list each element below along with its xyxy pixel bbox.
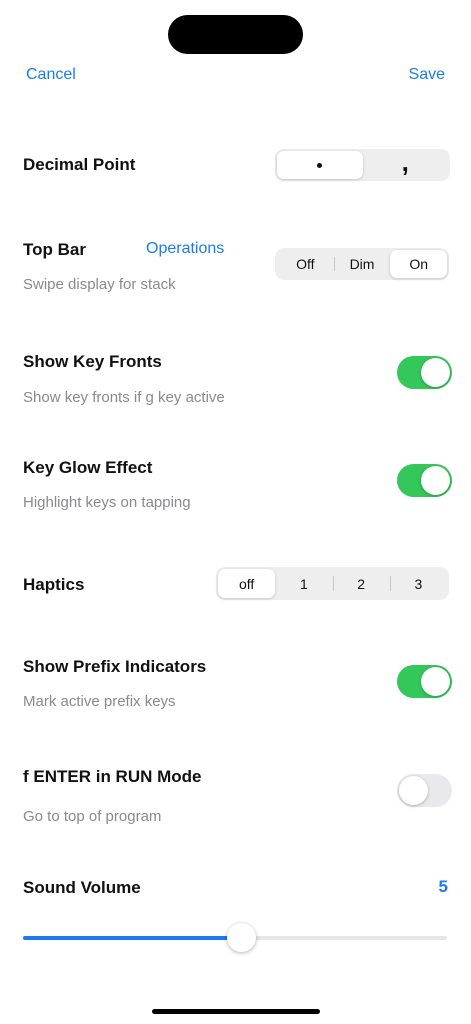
sound-volume-value: 5	[438, 877, 448, 896]
top-bar-option-dim[interactable]: Dim	[333, 250, 391, 278]
decimal-option-dot[interactable]	[277, 151, 363, 179]
top-bar-option-on[interactable]: On	[390, 250, 448, 278]
key-glow-subtitle: Highlight keys on tapping	[23, 494, 191, 511]
top-bar-segmented-control[interactable]: Off Dim On	[275, 248, 449, 280]
prefix-indicators-toggle[interactable]	[397, 665, 452, 698]
cancel-button[interactable]: Cancel	[26, 66, 76, 84]
decimal-option-comma[interactable]: ,	[363, 147, 449, 179]
show-key-fronts-toggle[interactable]	[397, 356, 452, 389]
prefix-indicators-subtitle: Mark active prefix keys	[23, 693, 176, 710]
comma-glyph: ,	[401, 147, 409, 177]
haptics-option-off[interactable]: off	[218, 569, 276, 598]
decimal-point-segmented-control[interactable]: ,	[275, 149, 450, 181]
toggle-knob	[421, 358, 450, 387]
toggle-knob	[421, 667, 450, 696]
sound-volume-title: Sound Volume	[23, 878, 141, 897]
f-enter-toggle[interactable]	[397, 774, 452, 807]
f-enter-subtitle: Go to top of program	[23, 808, 162, 825]
top-bar-subtitle: Swipe display for stack	[23, 276, 176, 293]
top-bar-title: Top Bar	[23, 240, 86, 259]
haptics-option-3[interactable]: 3	[389, 569, 447, 598]
volume-slider-thumb[interactable]	[226, 923, 256, 952]
dynamic-island	[168, 15, 303, 54]
f-enter-title: f ENTER in RUN Mode	[23, 767, 202, 786]
operations-link[interactable]: Operations	[146, 240, 224, 258]
decimal-point-title: Decimal Point	[23, 155, 136, 174]
haptics-option-1[interactable]: 1	[275, 569, 332, 598]
top-bar-option-off[interactable]: Off	[277, 250, 334, 278]
haptics-segmented-control[interactable]: off 1 2 3	[216, 567, 449, 600]
key-glow-title: Key Glow Effect	[23, 458, 153, 477]
show-key-fronts-title: Show Key Fronts	[23, 352, 162, 371]
toggle-knob	[421, 466, 450, 495]
home-indicator	[152, 1009, 320, 1014]
dot-glyph	[317, 162, 323, 168]
show-key-fronts-subtitle: Show key fronts if g key active	[23, 389, 225, 406]
key-glow-toggle[interactable]	[397, 464, 452, 497]
haptics-title: Haptics	[23, 575, 85, 594]
toggle-knob	[399, 776, 428, 805]
prefix-indicators-title: Show Prefix Indicators	[23, 657, 207, 676]
volume-slider-fill	[23, 936, 235, 940]
save-button[interactable]: Save	[409, 66, 445, 84]
haptics-option-2[interactable]: 2	[332, 569, 390, 598]
